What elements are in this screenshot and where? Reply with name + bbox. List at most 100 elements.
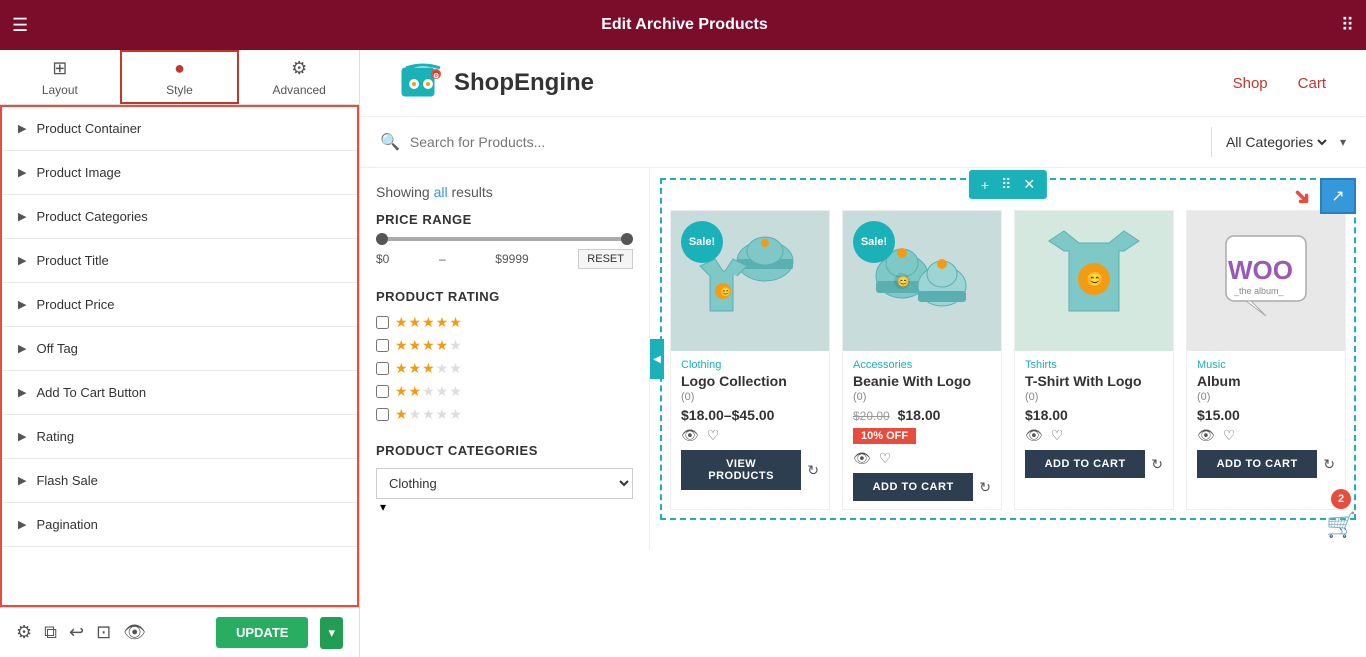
rating-row-2: ★★★★★ xyxy=(376,383,633,400)
eye-icon-1[interactable]: 👁 xyxy=(681,427,699,444)
price-old-2: $20.00 xyxy=(853,409,890,423)
product-name-4: Album xyxy=(1197,373,1335,389)
sidebar-item-pagination[interactable]: ▶ Pagination xyxy=(2,503,357,547)
eye-icon-4[interactable]: 👁 xyxy=(1197,427,1215,444)
chevron-down-icon: ▾ xyxy=(1340,135,1346,149)
heart-icon-3[interactable]: ♡ xyxy=(1051,427,1064,444)
responsive-icon[interactable]: ⊡ xyxy=(96,622,111,643)
refresh-icon-1[interactable]: ↻ xyxy=(807,462,819,479)
sidebar-item-product-title[interactable]: ▶ Product Title xyxy=(2,239,357,283)
svg-text:😊: 😊 xyxy=(720,287,731,297)
stars-1: ★★★★★ xyxy=(395,406,463,423)
rating-checkbox-1[interactable] xyxy=(376,408,389,421)
sidebar-item-add-to-cart[interactable]: ▶ Add To Cart Button xyxy=(2,371,357,415)
logo-text: ShopEngine xyxy=(454,69,594,97)
shop-header: ⚙ ShopEngine Shop Cart xyxy=(360,50,1366,117)
widget-close-button[interactable]: ✕ xyxy=(1019,174,1039,195)
sidebar-item-product-price[interactable]: ▶ Product Price xyxy=(2,283,357,327)
add-to-cart-button-4[interactable]: ADD TO CART xyxy=(1197,450,1317,478)
arrow-icon: ▶ xyxy=(18,122,26,135)
price-range-section: PRICE RANGE $0 – $9999 RESET xyxy=(376,212,633,269)
sidebar-item-product-container[interactable]: ▶ Product Container xyxy=(2,107,357,151)
range-handle-right[interactable] xyxy=(621,233,633,245)
range-handle-left[interactable] xyxy=(376,233,388,245)
rating-row-5: ★★★★★ xyxy=(376,314,633,331)
add-to-cart-button-2[interactable]: ADD TO CART xyxy=(853,473,973,501)
refresh-icon-3[interactable]: ↻ xyxy=(1151,456,1163,473)
category-select[interactable]: All Categories xyxy=(1222,133,1330,151)
showing-highlight: all xyxy=(434,184,448,200)
corner-button[interactable]: ↗ xyxy=(1320,178,1356,214)
bottom-bar: ⚙ ⧉ ↩ ⊡ 👁 UPDATE ▾ xyxy=(0,607,359,657)
shop-link[interactable]: Shop xyxy=(1233,75,1268,92)
grid-icon[interactable]: ⠿ xyxy=(1341,15,1354,36)
view-products-button-1[interactable]: VIEW PRODUCTS xyxy=(681,450,801,490)
cart-link[interactable]: Cart xyxy=(1298,75,1326,92)
update-button[interactable]: UPDATE xyxy=(216,617,308,648)
product-actions-1: 👁 ♡ xyxy=(681,427,819,444)
undo-icon[interactable]: ↩ xyxy=(69,622,84,643)
top-bar: ☰ Edit Archive Products ⠿ xyxy=(0,0,1366,50)
add-to-cart-row-1: VIEW PRODUCTS ↻ xyxy=(681,450,819,490)
search-bar: 🔍 All Categories ▾ xyxy=(360,117,1366,168)
add-to-cart-button-3[interactable]: ADD TO CART xyxy=(1025,450,1145,478)
widget-toolbar: + ⠿ ✕ xyxy=(969,170,1047,199)
rating-checkbox-2[interactable] xyxy=(376,385,389,398)
sidebar-item-product-categories[interactable]: ▶ Product Categories xyxy=(2,195,357,239)
sidebar-item-product-image[interactable]: ▶ Product Image xyxy=(2,151,357,195)
svg-text:😊: 😊 xyxy=(1086,271,1103,287)
arrow-icon: ▶ xyxy=(18,474,26,487)
arrow-icon: ▶ xyxy=(18,254,26,267)
hamburger-icon[interactable]: ☰ xyxy=(12,15,28,36)
refresh-icon-2[interactable]: ↻ xyxy=(979,479,991,496)
shop-logo: ⚙ ShopEngine xyxy=(400,60,594,106)
add-to-cart-row-4: ADD TO CART ↻ xyxy=(1197,450,1335,478)
tab-style[interactable]: ● Style xyxy=(120,50,240,104)
rating-checkbox-4[interactable] xyxy=(376,339,389,352)
reset-button[interactable]: RESET xyxy=(578,249,633,269)
rating-checkbox-5[interactable] xyxy=(376,316,389,329)
layers-icon[interactable]: ⧉ xyxy=(44,622,57,643)
eye-icon-2[interactable]: 👁 xyxy=(853,450,871,467)
main-layout: ⊞ Layout ● Style ⚙ Advanced ▶ Product Co… xyxy=(0,50,1366,657)
product-price-1: $18.00–$45.00 xyxy=(681,407,819,423)
product-price-4: $15.00 xyxy=(1197,407,1335,423)
tab-advanced[interactable]: ⚙ Advanced xyxy=(239,50,359,104)
top-bar-title: Edit Archive Products xyxy=(28,16,1341,34)
product-category-2: Accessories xyxy=(853,359,991,371)
heart-icon-2[interactable]: ♡ xyxy=(879,450,892,467)
svg-text:WOO: WOO xyxy=(1228,255,1293,285)
categories-chevron[interactable]: ▾ xyxy=(380,500,386,514)
sale-badge-1: Sale! xyxy=(681,221,723,263)
rating-checkbox-3[interactable] xyxy=(376,362,389,375)
tab-style-label: Style xyxy=(166,83,193,97)
update-dropdown-button[interactable]: ▾ xyxy=(320,617,343,649)
products-grid: Sale! xyxy=(660,178,1356,520)
product-img-2: Sale! xyxy=(843,211,1001,351)
preview-icon[interactable]: 👁 xyxy=(123,622,146,643)
categories-dropdown[interactable]: Clothing xyxy=(376,468,633,499)
product-name-1: Logo Collection xyxy=(681,373,819,389)
product-actions-3: 👁 ♡ xyxy=(1025,427,1163,444)
tab-layout[interactable]: ⊞ Layout xyxy=(0,50,120,104)
settings-icon[interactable]: ⚙ xyxy=(16,622,32,643)
search-icon[interactable]: 🔍 xyxy=(380,132,400,152)
heart-icon-4[interactable]: ♡ xyxy=(1223,427,1236,444)
widget-move-button[interactable]: ⠿ xyxy=(997,174,1015,195)
resize-left-handle[interactable]: ◀ xyxy=(650,339,664,379)
rating-section: PRODUCT RATING ★★★★★ ★★★★★ ★★★★★ xyxy=(376,289,633,423)
price-min: $0 xyxy=(376,252,389,266)
eye-icon-3[interactable]: 👁 xyxy=(1025,427,1043,444)
off-badge-2: 10% OFF xyxy=(853,428,916,444)
heart-icon-1[interactable]: ♡ xyxy=(707,427,720,444)
cart-icon[interactable]: 🛒 xyxy=(1326,511,1356,540)
arrow-icon: ▶ xyxy=(18,166,26,179)
sidebar-item-flash-sale[interactable]: ▶ Flash Sale xyxy=(2,459,357,503)
product-card-4: WOO _the album_ Music Album (0) $15.00 xyxy=(1186,210,1346,510)
sidebar-item-off-tag[interactable]: ▶ Off Tag xyxy=(2,327,357,371)
search-input[interactable] xyxy=(410,134,1201,150)
refresh-icon-4[interactable]: ↻ xyxy=(1323,456,1335,473)
sidebar-item-rating[interactable]: ▶ Rating xyxy=(2,415,357,459)
widget-add-button[interactable]: + xyxy=(977,175,993,195)
svg-text:⚙: ⚙ xyxy=(433,72,439,80)
